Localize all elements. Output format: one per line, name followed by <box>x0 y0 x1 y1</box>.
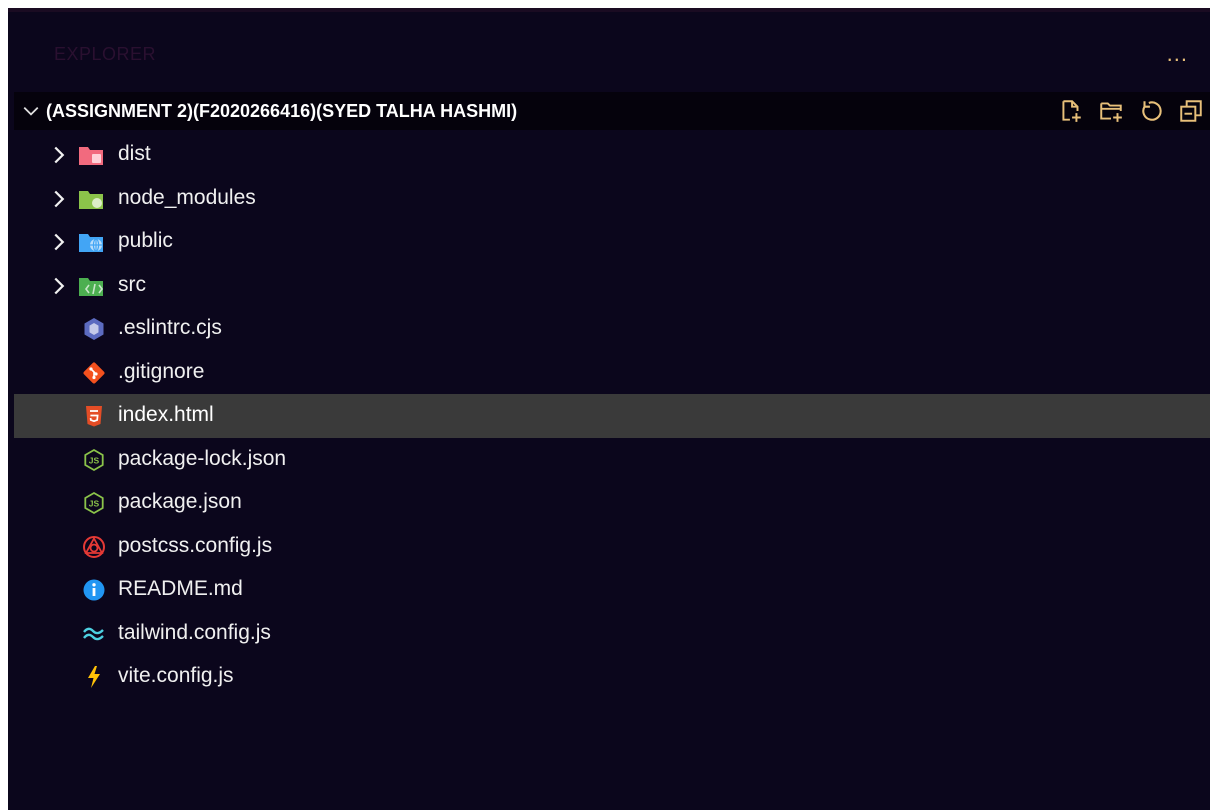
tree-file-readme[interactable]: README.md <box>14 568 1210 612</box>
svg-text:JS: JS <box>89 455 100 465</box>
tailwind-icon <box>83 627 104 640</box>
tree-file-gitignore[interactable]: .gitignore <box>14 351 1210 395</box>
postcss-icon <box>83 535 105 558</box>
chevron-right-icon <box>54 146 65 164</box>
header-actions <box>1058 98 1204 124</box>
public-folder-icon <box>79 234 103 252</box>
collapse-all-icon[interactable] <box>1178 98 1204 124</box>
tree-folder-dist[interactable]: dist <box>14 133 1210 177</box>
tree-item-label: dist <box>118 142 151 165</box>
chevron-right-icon <box>54 277 65 294</box>
tree-item-label: package-lock.json <box>118 446 287 470</box>
svg-text:JS: JS <box>89 499 100 509</box>
tree-folder-node-modules[interactable]: node_modules <box>14 177 1210 221</box>
chevron-right-icon <box>54 190 65 207</box>
tree-item-label: package.json <box>118 490 242 513</box>
src-folder-icon <box>79 277 103 296</box>
tree-folder-public[interactable]: public <box>14 220 1210 264</box>
refresh-icon[interactable] <box>1138 98 1164 124</box>
vite-icon <box>88 666 100 688</box>
explorer-title: EXPLORER <box>54 44 157 64</box>
dist-folder-icon <box>79 147 103 165</box>
nodejs-icon: JS <box>84 491 104 515</box>
new-folder-icon[interactable] <box>1098 98 1124 124</box>
tree-item-label: vite.config.js <box>118 664 234 687</box>
new-file-icon[interactable] <box>1058 98 1084 124</box>
tree-item-label: src <box>118 272 146 296</box>
tree-folder-src[interactable]: src <box>14 264 1210 308</box>
workspace-folder-header[interactable]: (ASSIGNMENT 2)(F2020266416)(SYED TALHA H… <box>14 92 1210 130</box>
file-tree: dist node_modules public src .eslintrc.c… <box>14 133 1210 699</box>
tree-item-label: README.md <box>118 577 243 600</box>
tree-item-label: public <box>118 229 173 252</box>
chevron-down-icon <box>23 106 39 116</box>
tree-file-eslintrc[interactable]: .eslintrc.cjs <box>14 307 1210 351</box>
node-modules-folder-icon <box>79 190 103 209</box>
tree-file-tailwind-config[interactable]: tailwind.config.js <box>14 612 1210 656</box>
tree-item-label: .eslintrc.cjs <box>118 316 222 339</box>
tree-file-vite-config[interactable]: vite.config.js <box>14 655 1210 699</box>
explorer-panel: EXPLORER ... (ASSIGNMENT 2)(F2020266416)… <box>8 8 1210 810</box>
nodejs-icon: JS <box>84 448 104 471</box>
info-icon <box>83 579 105 601</box>
git-icon <box>83 362 105 383</box>
tree-file-index-html[interactable]: index.html <box>14 394 1210 438</box>
tree-item-label: index.html <box>118 403 214 426</box>
workspace-folder-title: (ASSIGNMENT 2)(F2020266416)(SYED TALHA H… <box>46 100 518 121</box>
tree-file-postcss-config[interactable]: postcss.config.js <box>14 525 1210 569</box>
tree-item-label: postcss.config.js <box>118 533 273 557</box>
tree-item-label: .gitignore <box>118 359 205 383</box>
tree-file-package-json[interactable]: JS package.json <box>14 481 1210 525</box>
tree-item-label: node_modules <box>118 185 256 209</box>
eslint-icon <box>84 318 104 340</box>
tree-file-package-lock[interactable]: JS package-lock.json <box>14 438 1210 482</box>
tree-item-label: tailwind.config.js <box>118 620 271 644</box>
top-strip <box>8 8 1210 12</box>
chevron-right-icon <box>54 233 65 251</box>
html-icon <box>86 406 102 427</box>
more-actions-button[interactable]: ... <box>1167 43 1188 65</box>
